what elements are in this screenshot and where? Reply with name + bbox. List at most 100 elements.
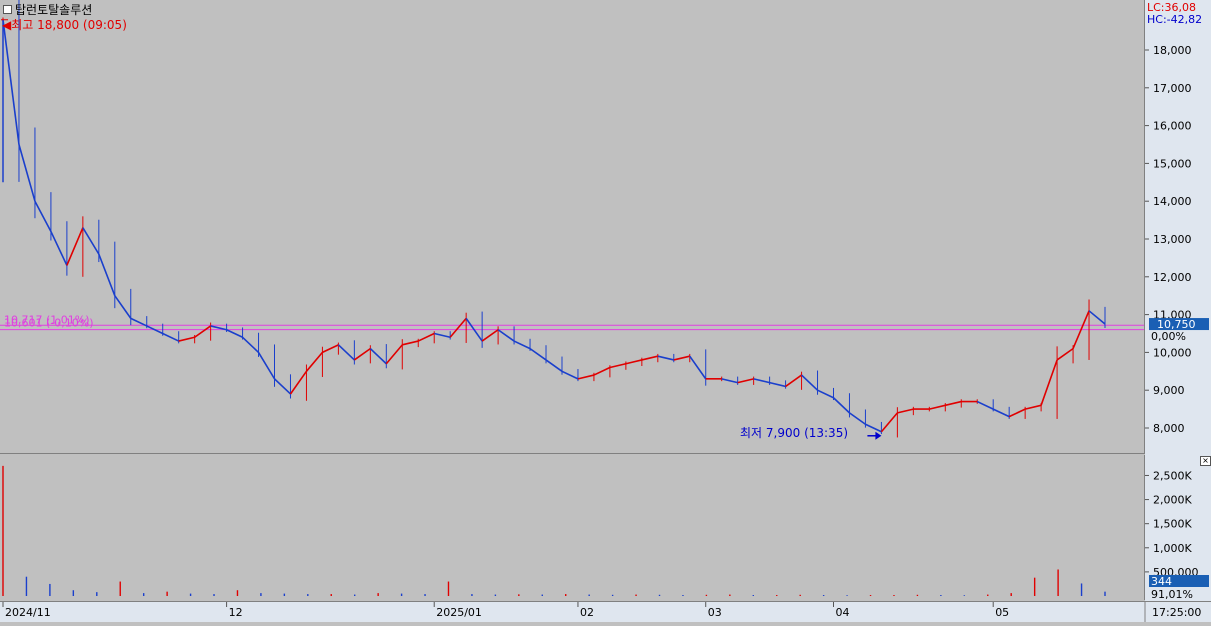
price-candle [1088, 310, 1106, 325]
price-candle [561, 370, 579, 380]
price-candle [817, 389, 834, 399]
volume-pct-label: 91,01% [1151, 588, 1193, 601]
bottom-axis: 2024/11 12 2025/01 02 03 04 05 17:25:00 [0, 601, 1211, 622]
price-pane[interactable]: 10,717 (1,01%) 10,601 (-0,10%) [0, 0, 1145, 454]
price-candle [753, 378, 770, 384]
price-candle [673, 355, 690, 361]
price-candle [34, 200, 52, 232]
price-candle [832, 397, 851, 414]
vol-tick-label: 1,500K [1153, 518, 1192, 531]
vol-tick-label: 1,000K [1153, 542, 1192, 555]
y-tick-label: 14,000 [1153, 195, 1192, 208]
price-candle [98, 253, 116, 296]
x-tick-label: 05 [995, 606, 1009, 619]
y-tick-label: 9,000 [1153, 384, 1185, 397]
price-candle [305, 351, 324, 372]
high-annotation-text: 최고 18,800 (09:05) [11, 18, 127, 32]
price-candle [1056, 347, 1074, 361]
price-candle [162, 332, 180, 342]
price-candle [322, 344, 339, 354]
price-candle [785, 374, 803, 388]
y-tick-label: 12,000 [1153, 271, 1192, 284]
price-candle [880, 412, 898, 433]
price-candle [337, 344, 355, 361]
price-candle [385, 344, 403, 365]
collapse-icon[interactable] [3, 5, 12, 14]
price-candle [689, 355, 707, 380]
y-axis-labels: 8,0009,00010,00011,00012,00013,00014,000… [1145, 44, 1209, 601]
price-candle [178, 336, 195, 342]
price-candle [226, 328, 243, 339]
price-candle [2, 19, 20, 145]
current-volume-label: 344 [1151, 575, 1172, 588]
price-candle [721, 378, 738, 384]
price-candle [402, 340, 419, 346]
price-candle [50, 231, 68, 266]
chart-window: 10,717 (1,01%) 10,601 (-0,10%) 8,000 9,000… [0, 0, 1211, 622]
y-tick-label: 16,000 [1153, 120, 1192, 133]
right-axis: 8,000 9,000 10,000 11,000 12,000 13,000 14,000… [1145, 0, 1211, 601]
price-candle [1008, 408, 1026, 418]
low-arrow-head-icon [875, 431, 882, 440]
price-candle [801, 374, 819, 391]
change-label: 0,00% [1151, 330, 1186, 343]
low-annotation: 최저 7,900 (13:35) [740, 424, 848, 441]
price-candle [353, 347, 371, 361]
price-candle [449, 317, 467, 338]
price-candle [257, 351, 276, 380]
price-candle [66, 227, 84, 266]
price-candle [609, 362, 627, 369]
price-candle [865, 423, 882, 433]
x-tick-label: 02 [580, 606, 594, 619]
y-tick-label: 15,000 [1153, 157, 1192, 170]
low-annotation-text: 최저 7,900 (13:35) [740, 426, 849, 440]
price-candle [641, 355, 658, 361]
vol-tick-label: 2,500K [1153, 469, 1192, 482]
left-arrow-icon: ◀ [2, 18, 12, 32]
price-candle [992, 408, 1010, 418]
price-candle [417, 332, 435, 342]
price-candle [194, 325, 212, 338]
x-tick-label: 2025/01 [436, 606, 482, 619]
price-candle [82, 227, 100, 255]
price-candle [929, 404, 946, 410]
high-annotation: ◀최고 18,800 (09:05) [2, 16, 127, 33]
price-candle [1040, 359, 1058, 406]
price-candle [657, 355, 674, 361]
price-candle [513, 340, 531, 350]
vol-tick-label: 2,000K [1153, 494, 1192, 507]
price-candle [529, 347, 547, 361]
price-candle [481, 329, 499, 342]
price-candle [273, 378, 292, 395]
price-candle [577, 374, 595, 380]
y-tick-label: 8,000 [1153, 422, 1185, 435]
price-candle [976, 400, 994, 410]
price-candle [593, 366, 611, 376]
y-tick-label: 10,000 [1153, 346, 1192, 359]
hc-indicator: HC:-42,82 [1147, 13, 1203, 26]
price-candle [1024, 404, 1042, 410]
price-candle [545, 359, 563, 372]
price-candle [897, 408, 914, 414]
price-candle [18, 144, 36, 202]
price-candle [625, 359, 643, 365]
price-candle [289, 370, 308, 395]
x-tick-label: 2024/11 [5, 606, 51, 619]
y-tick-label: 13,000 [1153, 233, 1192, 246]
close-pane-icon[interactable]: × [1200, 456, 1211, 466]
price-candle [849, 412, 866, 425]
price-candle [242, 336, 260, 353]
x-tick-label: 03 [708, 606, 722, 619]
x-tick-label: 04 [835, 606, 849, 619]
price-candle [737, 378, 754, 384]
volume-pane[interactable] [0, 455, 1145, 600]
time-label: 17:25:00 [1152, 606, 1201, 619]
price-candle [210, 325, 227, 331]
price-candle [769, 381, 786, 388]
x-tick-label: 12 [229, 606, 243, 619]
volume-chart [2, 465, 1106, 596]
level-label: 10,601 (-0,10%) [4, 317, 93, 330]
price-candle [434, 332, 451, 339]
y-tick-label: 18,000 [1153, 44, 1192, 57]
y-tick-label: 17,000 [1153, 82, 1192, 95]
